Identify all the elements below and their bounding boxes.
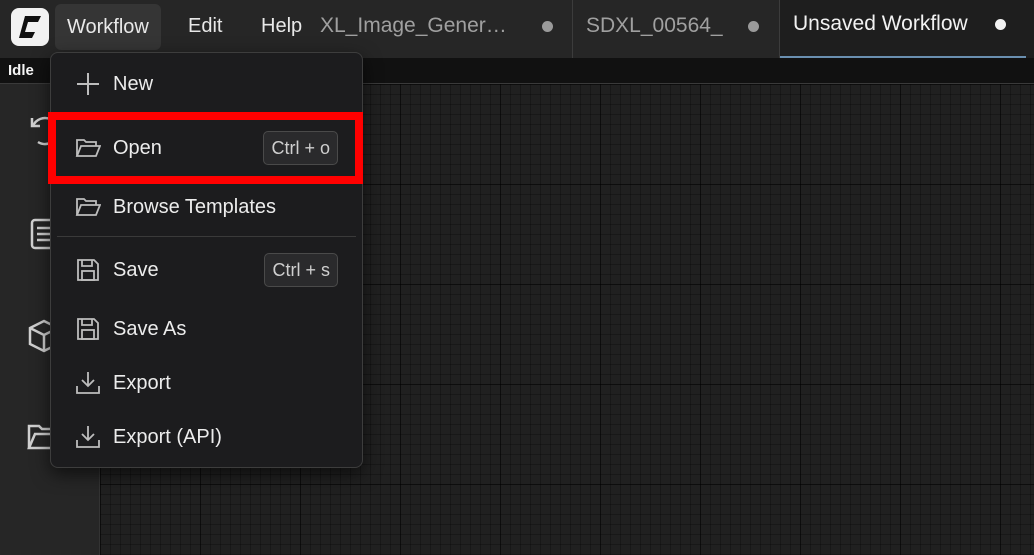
workflow-tab-3[interactable]: Unsaved Workflow xyxy=(780,0,1034,58)
menu-item-label: Save As xyxy=(113,317,187,340)
unsaved-dot-icon[interactable] xyxy=(995,19,1006,30)
unsaved-dot-icon[interactable] xyxy=(748,21,759,32)
menu-item-label: New xyxy=(113,72,154,95)
comfy-logo-icon xyxy=(19,16,41,38)
menu-item-label: Export (API) xyxy=(113,425,222,448)
shortcut-badge: Ctrl + s xyxy=(264,253,338,287)
menu-item-new[interactable]: New xyxy=(51,59,362,109)
menu-item-export[interactable]: Export xyxy=(51,358,362,408)
workflow-tab-2-label: SDXL_00564_ xyxy=(586,14,723,37)
menu-edit[interactable]: Edit xyxy=(176,0,234,52)
download-icon xyxy=(76,372,100,394)
workflow-tab-1-label: XL_Image_Gener… xyxy=(320,14,507,37)
menu-help-label: Help xyxy=(261,14,303,37)
floppy-disk-icon xyxy=(77,318,99,340)
top-bar: Workflow Edit Help XL_Image_Gener… SDXL_… xyxy=(0,0,1034,58)
menu-workflow-label: Workflow xyxy=(67,15,149,38)
queue-status: Idle xyxy=(8,62,34,79)
workflow-tab-3-label: Unsaved Workflow xyxy=(793,12,968,35)
floppy-disk-icon xyxy=(77,259,99,281)
menu-item-save-as[interactable]: Save As xyxy=(51,304,362,354)
plus-icon xyxy=(77,73,99,95)
open-highlight-box xyxy=(48,112,363,184)
folder-open-icon xyxy=(75,198,101,216)
menu-divider xyxy=(57,236,356,237)
menu-edit-label: Edit xyxy=(188,14,223,37)
workflow-tab-1[interactable]: XL_Image_Gener… xyxy=(320,0,570,58)
app-logo[interactable] xyxy=(11,8,49,46)
menu-help[interactable]: Help xyxy=(249,0,314,52)
unsaved-dot-icon[interactable] xyxy=(542,21,553,32)
menu-workflow[interactable]: Workflow xyxy=(55,4,161,50)
menu-item-label: Export xyxy=(113,371,171,394)
menu-item-label: Browse Templates xyxy=(113,195,277,218)
menu-item-browse-templates[interactable]: Browse Templates xyxy=(51,182,362,232)
menu-item-save[interactable]: Save Ctrl + s xyxy=(51,245,362,295)
menu-item-export-api[interactable]: Export (API) xyxy=(51,412,362,462)
menu-item-label: Save xyxy=(113,258,159,281)
download-icon xyxy=(76,426,100,448)
workflow-tab-2[interactable]: SDXL_00564_ xyxy=(573,0,779,58)
